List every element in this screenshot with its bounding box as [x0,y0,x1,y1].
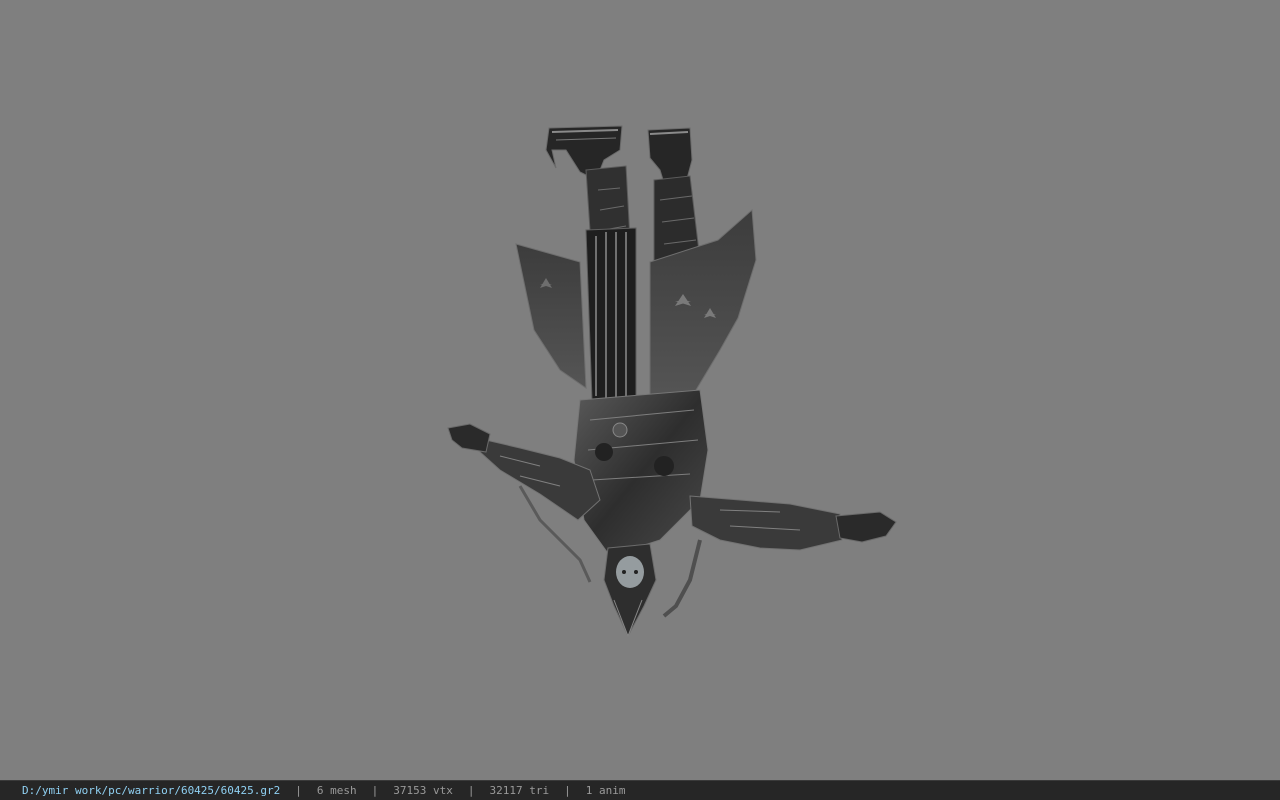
status-bar: D:/ymir work/pc/warrior/60425/60425.gr2 |… [0,780,1280,800]
mesh-count: 6 mesh [316,784,357,797]
right-arm [662,495,897,618]
3d-viewport[interactable] [0,0,1280,780]
vertex-count: 37153 vtx [393,784,453,797]
separator: | [467,784,475,797]
separator: | [564,784,571,797]
animation-count: 1 anim [585,784,626,797]
warrior-model-render[interactable] [0,0,1280,780]
separator: | [295,784,302,797]
tabard [585,227,637,401]
separator: | [371,784,379,797]
file-path: D:/ymir work/pc/warrior/60425/60425.gr2 [22,784,281,797]
head [603,543,657,638]
triangle-count: 32117 tri [489,784,550,797]
torso [573,389,709,557]
